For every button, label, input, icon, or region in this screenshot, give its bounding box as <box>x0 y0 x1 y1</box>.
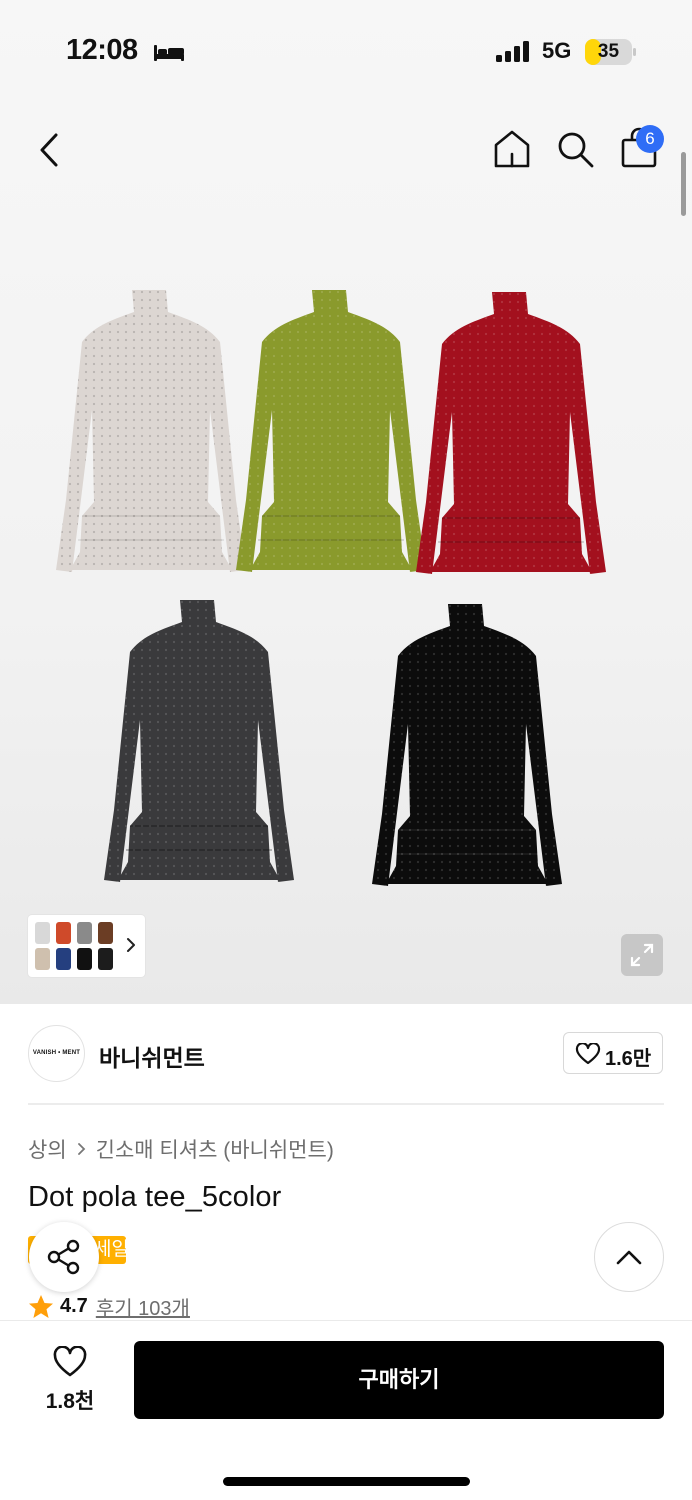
star-icon <box>29 1294 53 1318</box>
scroll-to-top-button[interactable] <box>594 1222 664 1292</box>
expand-icon <box>630 943 654 967</box>
chevron-right-icon <box>127 938 135 952</box>
tee-red <box>416 292 606 574</box>
network-type: 5G <box>542 38 572 63</box>
rating-value: 4.7 <box>60 1294 88 1317</box>
back-icon[interactable] <box>36 130 64 170</box>
brand-like-count: 1.6만 <box>605 1048 652 1070</box>
color-thumbnail-strip[interactable] <box>28 915 145 977</box>
battery-icon: 35 <box>585 39 632 65</box>
tee-olive <box>236 290 426 572</box>
thumbnail-swatch <box>98 948 113 970</box>
breadcrumb-category[interactable]: 상의 <box>28 1134 67 1164</box>
status-time: 12:08 <box>66 34 138 66</box>
cellular-signal-icon <box>496 41 529 62</box>
brand-name[interactable]: 바니쉬먼트 <box>99 1039 205 1073</box>
review-count-link[interactable]: 후기 103개 <box>96 1292 190 1321</box>
product-image-gallery[interactable]: 12:08 5G 35 6 <box>0 0 692 1004</box>
tee-charcoal <box>104 600 294 882</box>
product-photo <box>56 290 606 886</box>
battery-cap <box>633 48 636 56</box>
thumbnail-swatch <box>35 948 50 970</box>
breadcrumb-subcategory[interactable]: 긴소매 티셔츠 (바니쉬먼트) <box>96 1134 334 1164</box>
wishlist-count: 1.8천 <box>45 1390 95 1413</box>
share-button[interactable] <box>29 1222 99 1292</box>
search-icon[interactable] <box>556 130 596 170</box>
thumbnail-swatch <box>77 922 92 944</box>
rating-row: 4.7 후기 103개 <box>28 1291 190 1321</box>
divider <box>28 1103 664 1105</box>
expand-image-button[interactable] <box>621 934 663 976</box>
sleep-focus-icon <box>154 45 184 61</box>
scroll-indicator <box>681 152 686 216</box>
status-bar: 12:08 5G 35 <box>0 0 692 100</box>
chevron-right-icon <box>77 1143 85 1155</box>
thumbnail-swatch <box>77 948 92 970</box>
brand-like-button[interactable]: 1.6만 <box>563 1032 663 1074</box>
cart-count-badge[interactable]: 6 <box>636 125 664 153</box>
thumbnail-swatch <box>35 922 50 944</box>
home-indicator <box>223 1477 470 1486</box>
buy-button[interactable]: 구매하기 <box>134 1341 664 1419</box>
battery-percentage: 35 <box>597 41 620 62</box>
wishlist-heart-icon[interactable] <box>52 1346 88 1378</box>
chevron-up-icon <box>616 1250 642 1265</box>
tee-beige <box>56 290 246 572</box>
heart-icon <box>575 1043 601 1065</box>
home-icon[interactable] <box>492 128 532 170</box>
share-icon <box>47 1239 80 1275</box>
thumbnail-swatch <box>56 948 71 970</box>
breadcrumb: 상의 긴소매 티셔츠 (바니쉬먼트) <box>28 1134 334 1164</box>
tee-black <box>372 604 562 886</box>
thumbnail-swatch <box>98 922 113 944</box>
product-title: Dot pola tee_5color <box>28 1181 282 1213</box>
brand-logo[interactable]: VANISH • MENT <box>28 1025 85 1082</box>
thumbnail-grid <box>35 922 113 970</box>
thumbnail-swatch <box>56 922 71 944</box>
